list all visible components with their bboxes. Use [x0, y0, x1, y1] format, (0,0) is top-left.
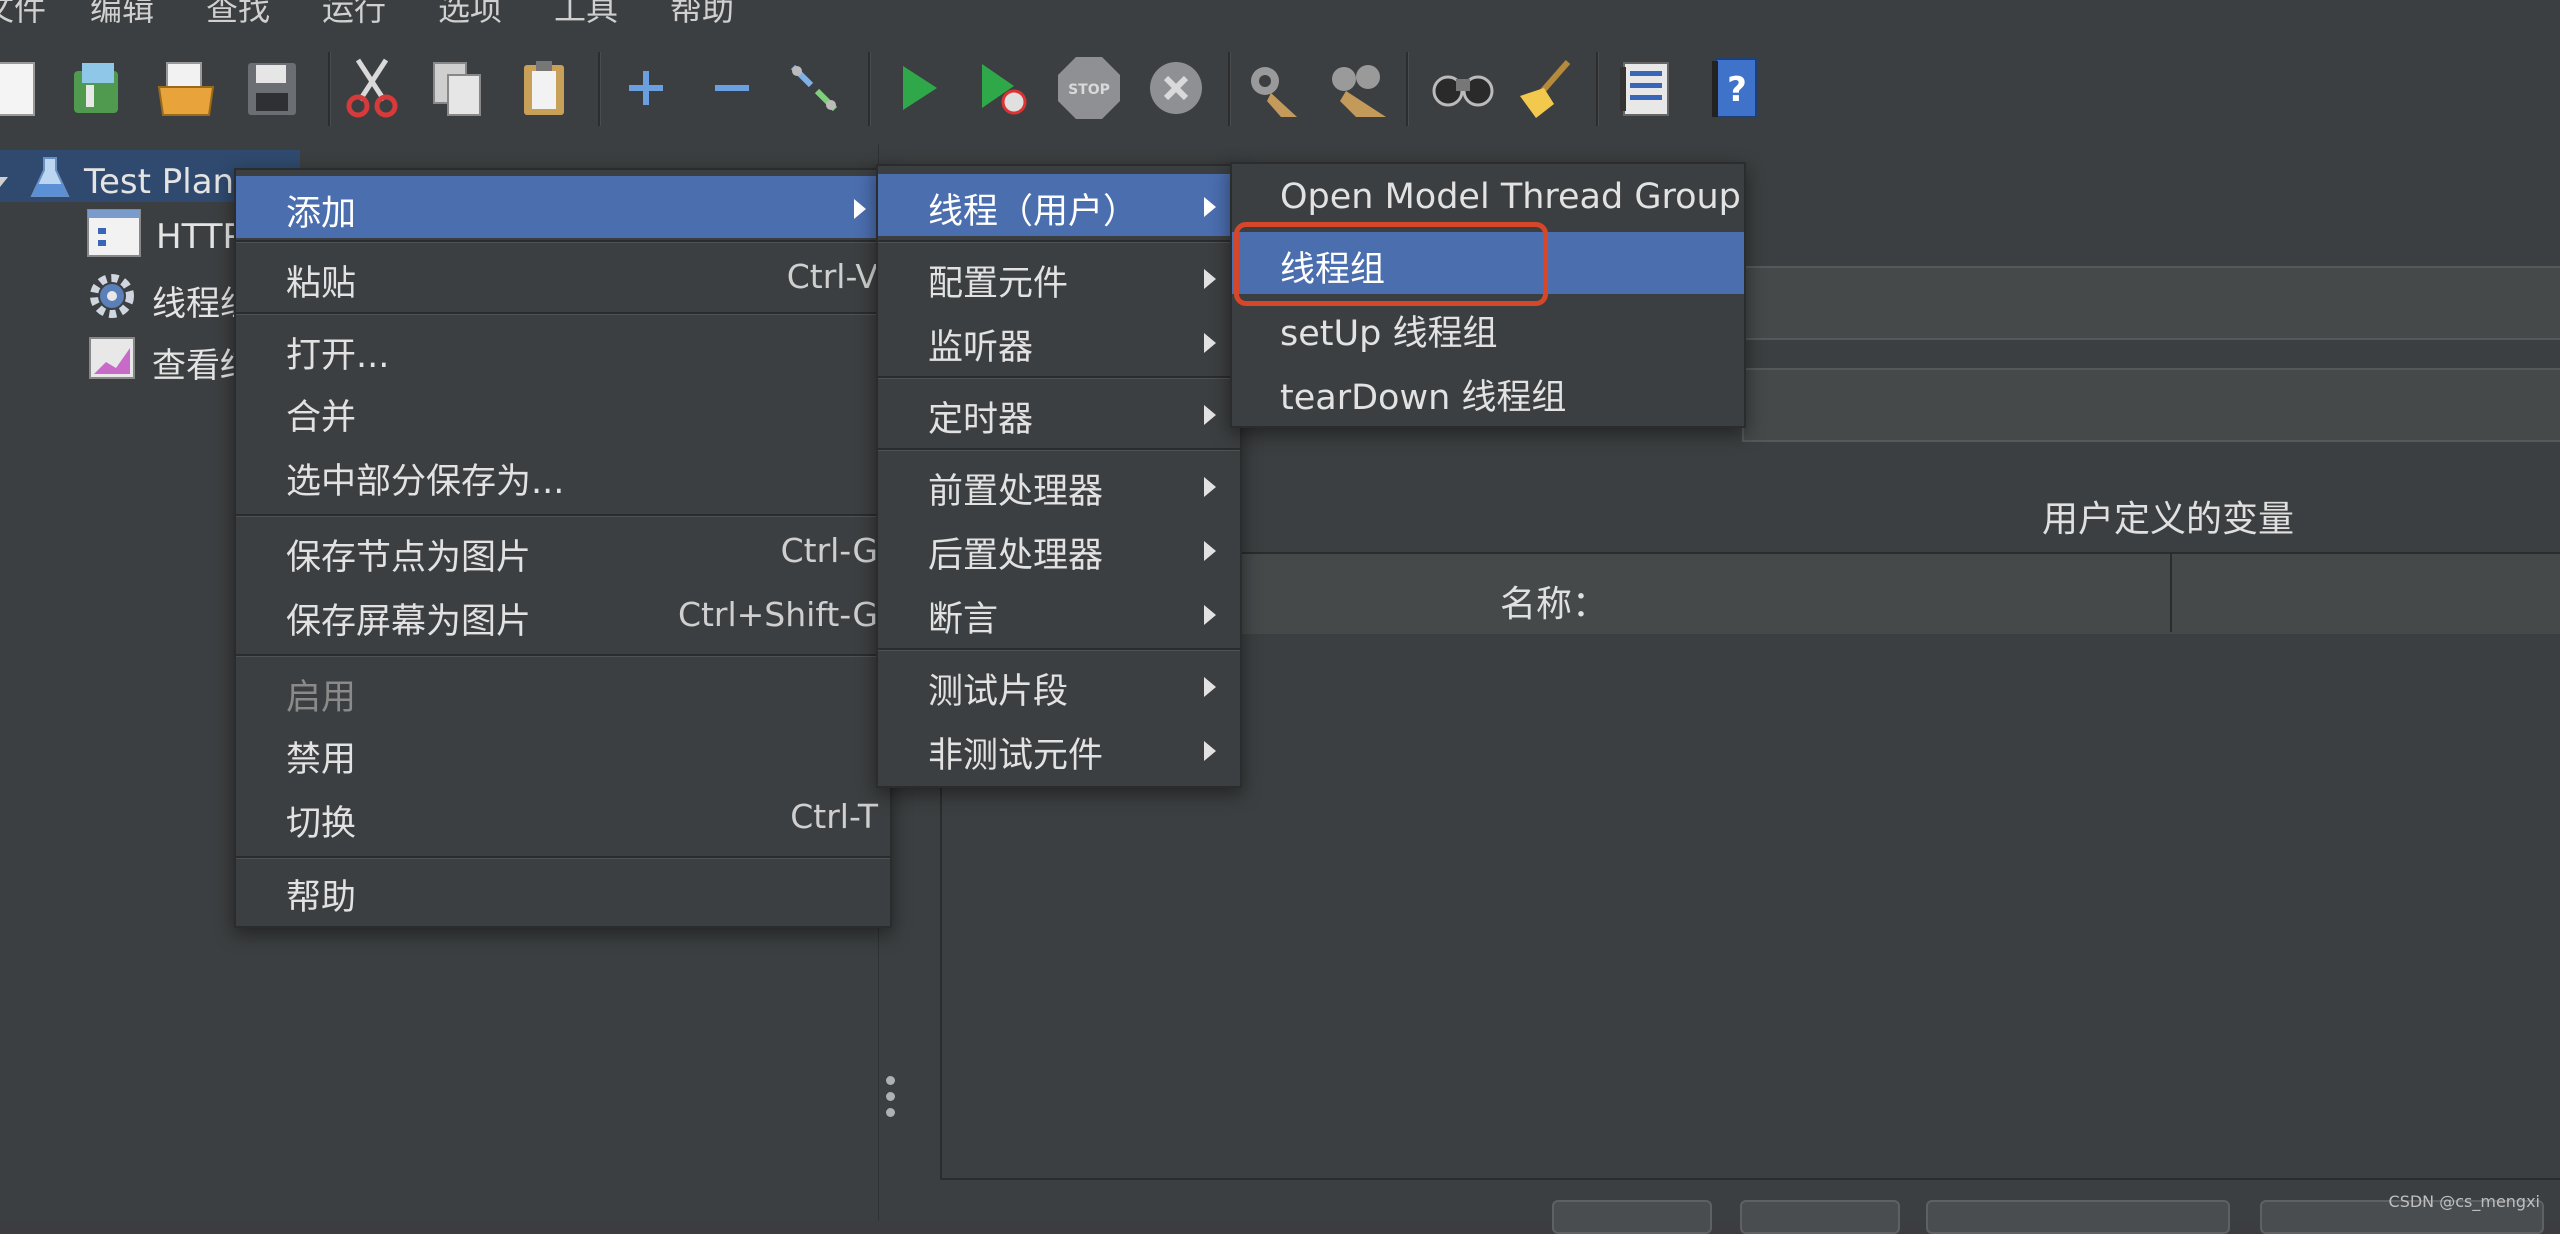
- divider-grip-dot: [886, 1092, 895, 1101]
- menu-item-toggle[interactable]: 切换 Ctrl-T: [236, 786, 890, 848]
- menu-separator: [878, 448, 1240, 451]
- menu-item-post-processor[interactable]: 后置处理器: [878, 518, 1240, 580]
- submenu-arrow-icon: [1204, 405, 1216, 425]
- submenu-arrow-icon: [854, 199, 866, 219]
- submenu-arrow-icon: [1204, 269, 1216, 289]
- user-variables-title: 用户定义的变量: [2042, 499, 2295, 540]
- expand-icon[interactable]: [614, 56, 678, 120]
- menu-options[interactable]: 选项: [438, 0, 502, 26]
- menu-item-paste[interactable]: 粘贴 Ctrl-V: [236, 246, 890, 308]
- menu-item-assertion[interactable]: 断言: [878, 582, 1240, 644]
- start-no-pause-icon[interactable]: [970, 56, 1034, 120]
- menu-separator: [878, 648, 1240, 651]
- svg-text:?: ?: [1727, 70, 1747, 110]
- submenu-arrow-icon: [1204, 741, 1216, 761]
- menu-separator: [236, 514, 890, 517]
- column-divider[interactable]: [2170, 554, 2172, 632]
- submenu-arrow-icon: [1204, 605, 1216, 625]
- svg-text:STOP: STOP: [1068, 82, 1110, 98]
- menu-item-enable: 启用: [286, 678, 357, 718]
- save-icon[interactable]: [240, 56, 304, 120]
- table-button-3[interactable]: [1926, 1200, 2230, 1234]
- comments-field[interactable]: [1742, 368, 2560, 442]
- tree-item-label: Test Plan: [84, 161, 235, 202]
- submenu-arrow-icon: [1204, 333, 1216, 353]
- menu-separator: [236, 654, 890, 657]
- menu-item-merge[interactable]: 合并: [236, 380, 890, 442]
- graph-icon: [86, 334, 138, 391]
- menu-edit[interactable]: 编辑: [90, 0, 154, 26]
- open-icon[interactable]: [154, 56, 218, 120]
- tree-item-http[interactable]: HTTP: [86, 206, 243, 267]
- search-icon[interactable]: [1430, 56, 1494, 120]
- name-column-header: 名称：: [1500, 584, 1609, 625]
- submenu-arrow-icon: [1204, 677, 1216, 697]
- menu-item-test-fragment[interactable]: 测试片段: [878, 654, 1240, 716]
- expand-arrow-icon[interactable]: [0, 176, 8, 187]
- menu-separator: [878, 240, 1240, 243]
- menu-tools[interactable]: 工具: [554, 0, 618, 26]
- submenu-arrow-icon: [1204, 197, 1216, 217]
- function-helper-icon[interactable]: [1614, 56, 1678, 120]
- menu-separator: [878, 376, 1240, 379]
- menu-separator: [236, 312, 890, 315]
- menu-search[interactable]: 查找: [206, 0, 270, 26]
- menu-item-config-element[interactable]: 配置元件: [878, 246, 1240, 308]
- menu-separator: [236, 856, 890, 859]
- paste-icon[interactable]: [512, 56, 576, 120]
- context-menu: 添加 粘贴 Ctrl-V 打开... 合并 选中部分保存为... 保存节点为图片…: [234, 168, 892, 928]
- menu-bar: 文件 编辑 查找 运行 选项 工具 帮助: [0, 0, 2560, 26]
- annotation-highlight-box: [1234, 222, 1548, 306]
- shutdown-icon[interactable]: [1144, 56, 1208, 120]
- menu-separator: [236, 240, 890, 243]
- copy-icon[interactable]: [426, 56, 490, 120]
- clear-icon[interactable]: [1240, 56, 1304, 120]
- menu-item-add[interactable]: 添加: [236, 176, 890, 238]
- cut-icon[interactable]: [340, 56, 404, 120]
- stop-icon[interactable]: STOP: [1056, 56, 1120, 120]
- toolbar: STOP ?: [0, 26, 2560, 145]
- menu-item-teardown-thread-group[interactable]: tearDown 线程组: [1232, 360, 1744, 422]
- gear-icon: [86, 270, 138, 331]
- submenu-arrow-icon: [1204, 541, 1216, 561]
- menu-item-open[interactable]: 打开...: [236, 318, 890, 380]
- menu-item-disable[interactable]: 禁用: [236, 722, 890, 784]
- divider-grip-dot: [886, 1076, 895, 1085]
- reset-search-icon[interactable]: [1514, 56, 1578, 120]
- menu-run[interactable]: 运行: [322, 0, 386, 26]
- menu-item-save-node-image[interactable]: 保存节点为图片 Ctrl-G: [236, 520, 890, 582]
- menu-item-listener[interactable]: 监听器: [878, 310, 1240, 372]
- tree-item-test-plan[interactable]: Test Plan: [0, 154, 234, 209]
- flask-icon: [30, 154, 70, 209]
- name-field[interactable]: [1742, 266, 2560, 340]
- start-icon[interactable]: [886, 56, 950, 120]
- add-submenu: 线程（用户） 配置元件 监听器 定时器 前置处理器 后置处理器 断言 测试片段 …: [876, 164, 1242, 788]
- menu-item-open-model-thread-group[interactable]: Open Model Thread Group: [1232, 168, 1744, 230]
- new-icon[interactable]: [0, 56, 44, 120]
- tree-item-thread-group[interactable]: 线程组: [86, 270, 254, 331]
- help-icon[interactable]: ?: [1702, 56, 1766, 120]
- collapse-icon[interactable]: [700, 56, 764, 120]
- toggle-icon[interactable]: [782, 56, 846, 120]
- menu-item-pre-processor[interactable]: 前置处理器: [878, 454, 1240, 516]
- menu-item-save-screen-image[interactable]: 保存屏幕为图片 Ctrl+Shift-G: [236, 584, 890, 646]
- templates-icon[interactable]: [66, 56, 130, 120]
- menu-file[interactable]: 文件: [0, 0, 46, 26]
- menu-item-save-selection[interactable]: 选中部分保存为...: [236, 444, 890, 506]
- menu-item-help[interactable]: 帮助: [236, 860, 890, 922]
- http-defaults-icon: [86, 206, 142, 267]
- watermark: CSDN @cs_mengxi: [2388, 1192, 2540, 1211]
- divider-grip-dot: [886, 1108, 895, 1117]
- menu-item-non-test-element[interactable]: 非测试元件: [878, 718, 1240, 780]
- tree-item-label: HTTP: [156, 216, 244, 257]
- table-button-2[interactable]: [1740, 1200, 1900, 1234]
- menu-item-threads[interactable]: 线程（用户）: [878, 174, 1240, 236]
- menu-help[interactable]: 帮助: [670, 0, 734, 26]
- menu-item-timer[interactable]: 定时器: [878, 382, 1240, 444]
- clear-all-icon[interactable]: [1326, 56, 1390, 120]
- submenu-arrow-icon: [1204, 477, 1216, 497]
- table-button-1[interactable]: [1552, 1200, 1712, 1234]
